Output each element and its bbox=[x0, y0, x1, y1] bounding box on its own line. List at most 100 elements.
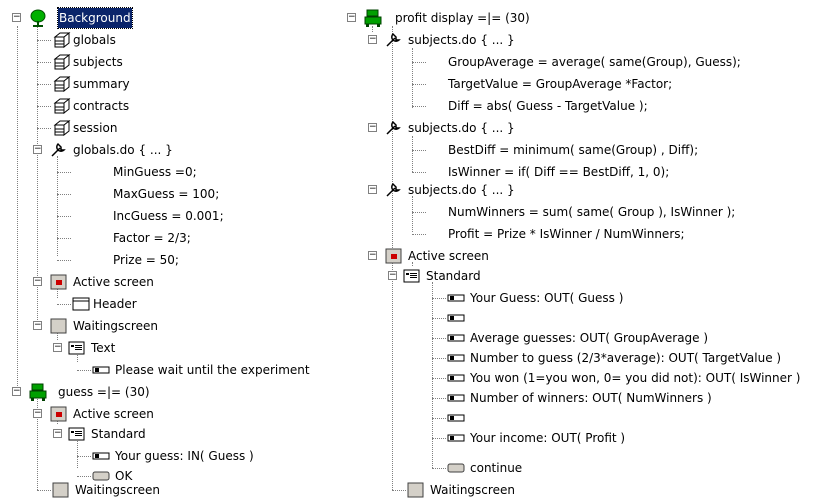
tree-label: Number to guess (2/3*average): OUT( Targ… bbox=[470, 351, 782, 365]
box-icon bbox=[68, 427, 85, 441]
tree-line bbox=[37, 62, 51, 63]
tree-globe-icon bbox=[30, 9, 46, 27]
tree-label: TargetValue = GroupAverage *Factor; bbox=[448, 77, 673, 91]
collapse-toggle[interactable]: − bbox=[388, 271, 397, 280]
tree-label: session bbox=[73, 121, 118, 135]
table-icon bbox=[53, 31, 71, 49]
tree-line bbox=[57, 156, 58, 256]
tree-line bbox=[57, 172, 71, 173]
tree-label: summary bbox=[73, 77, 130, 91]
header-icon bbox=[72, 297, 90, 311]
tree-line bbox=[432, 282, 433, 468]
tree-line bbox=[57, 304, 71, 305]
item-icon bbox=[447, 294, 465, 302]
tree-line bbox=[57, 216, 71, 217]
tree-label: Waitingscreen bbox=[430, 483, 515, 497]
screen-icon bbox=[50, 406, 67, 422]
item-icon bbox=[447, 354, 465, 362]
tree-label: You won (1=you won, 0= you did not): OUT… bbox=[470, 371, 801, 385]
tree-label: contracts bbox=[73, 99, 130, 113]
tree-line bbox=[412, 136, 413, 172]
tree-label: Diff = abs( Guess - TargetValue ); bbox=[448, 99, 648, 113]
screen-icon bbox=[385, 248, 402, 264]
table-icon bbox=[53, 53, 71, 71]
item-icon bbox=[447, 434, 465, 442]
item-icon bbox=[447, 414, 465, 422]
tree-label: guess =|= (30) bbox=[58, 385, 150, 399]
tree-label: subjects.do { ... } bbox=[408, 183, 515, 197]
tree-label: GroupAverage = average( same(Group), Gue… bbox=[448, 55, 741, 69]
stage-icon bbox=[364, 9, 382, 27]
collapse-toggle[interactable]: − bbox=[53, 343, 62, 352]
tree-label: Prize = 50; bbox=[113, 253, 179, 267]
tree-label: subjects.do { ... } bbox=[408, 33, 515, 47]
tree-line bbox=[77, 476, 91, 477]
collapse-toggle[interactable]: − bbox=[368, 123, 377, 132]
tree-line bbox=[412, 196, 413, 232]
item-icon bbox=[447, 374, 465, 382]
wrench-icon bbox=[386, 182, 401, 197]
tree-label: continue bbox=[470, 461, 523, 475]
collapse-toggle[interactable]: − bbox=[12, 13, 21, 22]
tree-line bbox=[432, 338, 446, 339]
tree-line bbox=[37, 390, 38, 490]
tree-label: Active screen bbox=[408, 249, 489, 263]
tree-line bbox=[412, 234, 426, 235]
wrench-icon bbox=[386, 120, 401, 135]
button-icon bbox=[447, 463, 465, 473]
collapse-toggle[interactable]: − bbox=[53, 429, 62, 438]
tree-label: subjects.do { ... } bbox=[408, 121, 515, 135]
tree-line bbox=[432, 468, 446, 469]
tree-label: Factor = 2/3; bbox=[113, 231, 191, 245]
tree-label: Waitingscreen bbox=[75, 483, 160, 497]
table-icon bbox=[53, 97, 71, 115]
tree-label: Waitingscreen bbox=[73, 319, 158, 333]
tree-line bbox=[412, 106, 426, 107]
box-icon bbox=[403, 269, 420, 283]
tree-line bbox=[37, 40, 51, 41]
tree-line bbox=[392, 490, 406, 491]
tree-label: Active screen bbox=[73, 275, 154, 289]
tree-line bbox=[17, 26, 18, 386]
tree-label: Your income: OUT( Profit ) bbox=[470, 431, 626, 445]
tree-line bbox=[412, 84, 426, 85]
tree-line bbox=[77, 370, 91, 371]
tree-label: Number of winners: OUT( NumWinners ) bbox=[470, 391, 712, 405]
tree-label: IncGuess = 0.001; bbox=[113, 209, 224, 223]
tree-label: MinGuess =0; bbox=[113, 165, 197, 179]
tree-line bbox=[432, 438, 446, 439]
tree-label: Profit = Prize * IsWinner / NumWinners; bbox=[448, 227, 685, 241]
tree-label: globals bbox=[73, 33, 116, 47]
table-icon bbox=[53, 119, 71, 137]
item-icon bbox=[447, 334, 465, 342]
tree-label: IsWinner = if( Diff == BestDiff, 1, 0); bbox=[448, 165, 670, 179]
tree-label: Your Guess: OUT( Guess ) bbox=[470, 291, 624, 305]
collapse-toggle[interactable]: − bbox=[33, 277, 42, 286]
screen-icon bbox=[52, 482, 69, 498]
tree-label: profit display =|= (30) bbox=[395, 11, 530, 25]
tree-line bbox=[37, 84, 51, 85]
collapse-toggle[interactable]: − bbox=[33, 409, 42, 418]
collapse-toggle[interactable]: − bbox=[368, 35, 377, 44]
tree-label: globals.do { ... } bbox=[73, 143, 173, 157]
stage-icon bbox=[29, 383, 47, 401]
wrench-icon bbox=[51, 142, 66, 157]
collapse-toggle[interactable]: − bbox=[368, 185, 377, 194]
tree-line bbox=[37, 128, 51, 129]
tree-line bbox=[432, 358, 446, 359]
tree-line bbox=[432, 398, 446, 399]
collapse-toggle[interactable]: − bbox=[368, 251, 377, 260]
screen-icon bbox=[50, 318, 67, 334]
tree-line bbox=[57, 260, 71, 261]
collapse-toggle[interactable]: − bbox=[33, 145, 42, 154]
item-icon bbox=[447, 314, 465, 322]
item-icon bbox=[447, 394, 465, 402]
item-icon bbox=[92, 366, 110, 374]
tree-line bbox=[412, 62, 426, 63]
tree-label: Average guesses: OUT( GroupAverage ) bbox=[470, 331, 709, 345]
collapse-toggle[interactable]: − bbox=[12, 387, 21, 396]
collapse-toggle[interactable]: − bbox=[33, 321, 42, 330]
collapse-toggle[interactable]: − bbox=[347, 13, 356, 22]
tree-label: Standard bbox=[426, 269, 481, 283]
tree-label: Header bbox=[93, 297, 137, 311]
